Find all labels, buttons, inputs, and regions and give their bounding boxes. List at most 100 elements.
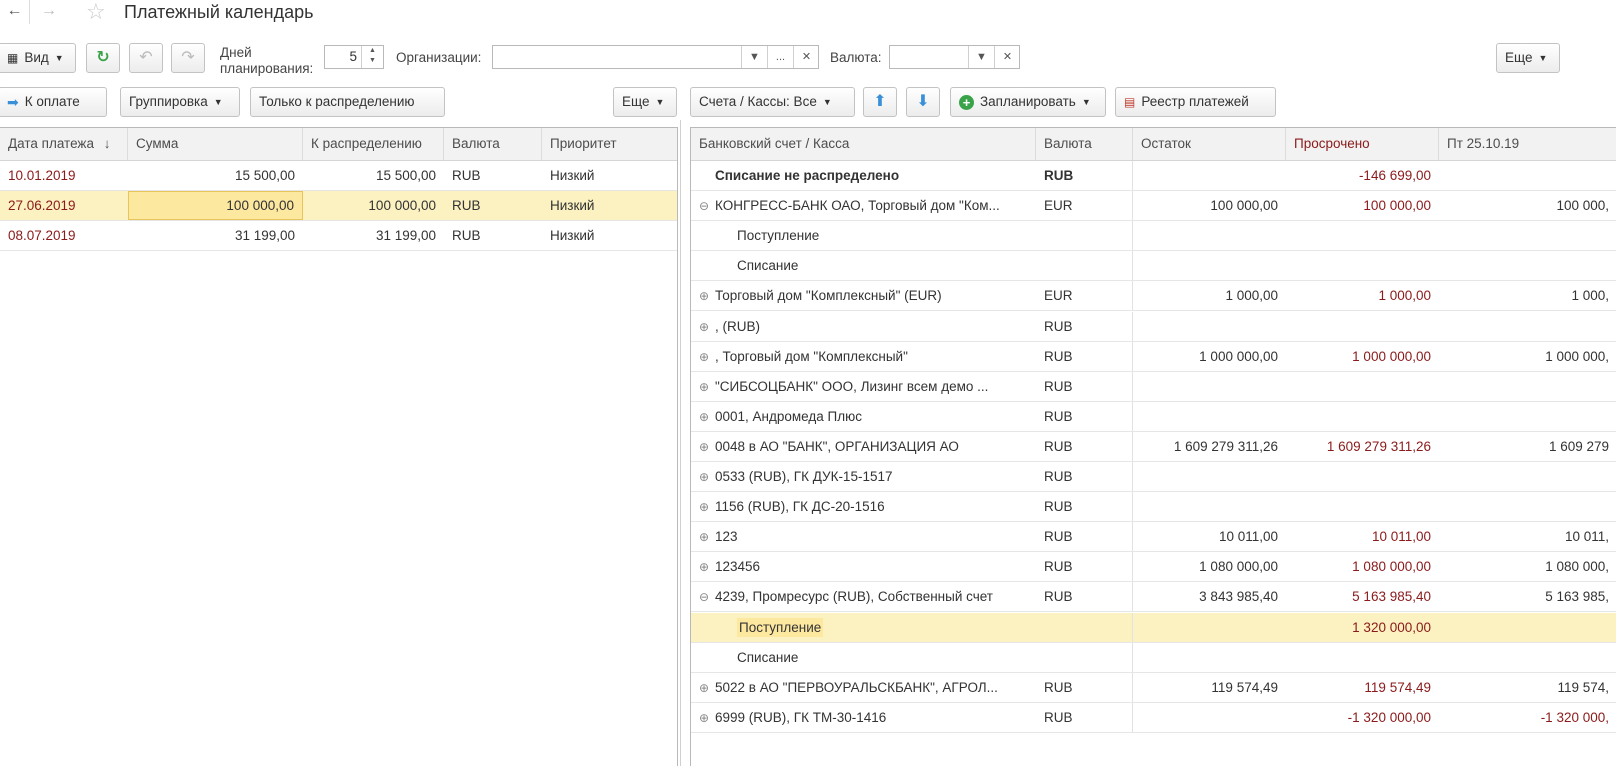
cell-distribute[interactable]: 15 500,00 [303,161,444,190]
cell-account-name[interactable]: ⊕, (RUB) [691,312,1036,341]
refresh-button[interactable]: ↻ [86,43,120,73]
cell-currency[interactable]: RUB [1036,673,1133,702]
expand-icon[interactable]: ⊕ [699,463,715,491]
cell-currency[interactable]: RUB [444,191,542,220]
back-arrow-icon[interactable]: ← [0,0,30,24]
cell-overdue[interactable] [1286,402,1439,431]
col-to-distribute[interactable]: К распределению [303,128,444,160]
days-stepper[interactable]: 5 ▲ ▼ [324,45,384,69]
expand-icon[interactable]: ⊕ [699,313,715,341]
col-balance[interactable]: Остаток [1133,128,1286,160]
currency-field[interactable]: ▼ ✕ [889,45,1020,69]
undo-button[interactable]: ↶ [129,43,163,73]
accounts-filter-button[interactable]: Счета / Кассы: Все ▼ [690,87,855,117]
cell-priority[interactable]: Низкий [542,221,677,250]
cell-day[interactable]: 119 574, [1439,673,1616,702]
cell-day[interactable]: 1 080 000, [1439,552,1616,581]
to-pay-button[interactable]: ➡ К оплате [0,87,107,117]
cell-day[interactable]: 1 000 000, [1439,342,1616,371]
cell-balance[interactable]: 1 609 279 311,26 [1133,432,1286,461]
favorite-star-icon[interactable]: ☆ [86,0,106,24]
cell-sum[interactable]: 31 199,00 [128,221,303,250]
table-row[interactable]: ⊖ 4239, Промресурс (RUB), Собственный сче… [691,582,1616,612]
cell-priority[interactable]: Низкий [542,191,677,220]
cell-overdue[interactable]: 1 000 000,00 [1286,342,1439,371]
cell-sum[interactable]: 15 500,00 [128,161,303,190]
cell-date[interactable]: 27.06.2019 [0,191,128,220]
cell-account-name[interactable]: Списание [691,251,1036,280]
expand-icon[interactable]: ⊕ [699,704,715,732]
cell-day[interactable]: 1 000, [1439,281,1616,310]
plan-button[interactable]: + Запланировать ▼ [950,87,1106,117]
cell-day[interactable]: 10 011, [1439,522,1616,551]
cell-balance[interactable] [1133,402,1286,431]
table-row[interactable]: ⊕ 123 RUB 10 011,00 10 011,00 10 011, [691,522,1616,552]
cell-overdue[interactable] [1286,221,1439,250]
expand-icon[interactable]: ⊕ [699,674,715,702]
cell-distribute[interactable]: 31 199,00 [303,221,444,250]
expand-icon[interactable]: ⊕ [699,373,715,401]
cell-account-name[interactable]: ⊖ 4239, Промресурс (RUB), Собственный сче… [691,582,1036,611]
currency-clear-icon[interactable]: ✕ [994,46,1020,68]
cell-balance[interactable] [1133,312,1286,341]
table-row[interactable]: Списание [691,643,1616,673]
expand-icon[interactable]: ⊕ [699,343,715,371]
cell-currency[interactable]: RUB [1036,522,1133,551]
cell-sum[interactable]: 100 000,00 [128,191,303,220]
cell-overdue[interactable]: -146 699,00 [1286,161,1439,190]
table-row[interactable]: ⊕, Торговый дом "Комплексный" RUB 1 000 00… [691,342,1616,372]
table-row[interactable]: ⊕ 0048 в АО "БАНК", ОРГАНИЗАЦИЯ АО RUB 1 60… [691,432,1616,462]
cell-currency[interactable]: RUB [1036,582,1133,611]
cell-currency[interactable] [1036,251,1133,280]
cell-account-name[interactable]: ⊕ 1156 (RUB), ГК ДС-20-1516 [691,492,1036,521]
table-row[interactable]: ⊕ 5022 в АО "ПЕРВОУРАЛЬСКБАНК", АГРОЛ... R… [691,673,1616,703]
cell-balance[interactable] [1133,492,1286,521]
cell-account-name[interactable]: Списание не распределено [691,161,1036,190]
cell-overdue[interactable]: 5 163 985,40 [1286,582,1439,611]
cell-balance[interactable]: 1 000,00 [1133,281,1286,310]
cell-overdue[interactable]: 1 080 000,00 [1286,552,1439,581]
cell-currency[interactable]: RUB [1036,372,1133,401]
more-button-left[interactable]: Еще ▼ [613,87,677,117]
expand-icon[interactable]: ⊕ [699,282,715,310]
cell-balance[interactable]: 10 011,00 [1133,522,1286,551]
cell-overdue[interactable]: 10 011,00 [1286,522,1439,551]
cell-currency[interactable]: EUR [1036,281,1133,310]
col-payment-date[interactable]: Дата платежа ↓ [0,128,128,160]
table-row[interactable]: Поступление 1 320 000,00 [691,613,1616,643]
expand-icon[interactable]: ⊕ [699,553,715,581]
col-account-currency[interactable]: Валюта [1036,128,1133,160]
cell-balance[interactable] [1133,251,1286,280]
expand-icon[interactable]: ⊕ [699,523,715,551]
view-button[interactable]: ▦ Вид ▼ [0,43,76,73]
cell-account-name[interactable]: Поступление [691,221,1036,250]
cell-account-name[interactable]: ⊕ 0001, Андромеда Плюс [691,402,1036,431]
cell-currency[interactable]: EUR [1036,191,1133,220]
cell-day[interactable] [1439,161,1616,190]
cell-currency[interactable]: RUB [444,221,542,250]
cell-priority[interactable]: Низкий [542,161,677,190]
cell-account-name[interactable]: ⊕, Торговый дом "Комплексный" [691,342,1036,371]
cell-balance[interactable]: 1 000 000,00 [1133,342,1286,371]
panel-splitter[interactable] [680,120,688,766]
cell-account-name[interactable]: Поступление [691,613,1036,642]
cell-currency[interactable] [1036,613,1133,642]
forward-arrow-icon[interactable]: → [34,0,64,24]
table-row[interactable]: Поступление [691,221,1616,251]
cell-account-name[interactable]: ⊕ Торговый дом "Комплексный" (EUR) [691,281,1036,310]
table-row[interactable]: 08.07.2019 31 199,00 31 199,00 RUB Низкий [0,221,677,251]
cell-balance[interactable] [1133,161,1286,190]
cell-day[interactable]: 100 000, [1439,191,1616,220]
col-overdue[interactable]: Просрочено [1286,128,1439,160]
cell-day[interactable] [1439,221,1616,250]
cell-balance[interactable] [1133,221,1286,250]
cell-overdue[interactable] [1286,312,1439,341]
cell-account-name[interactable]: Списание [691,643,1036,672]
cell-day[interactable] [1439,492,1616,521]
more-button-top[interactable]: Еще ▼ [1496,43,1560,73]
cell-overdue[interactable]: 1 000,00 [1286,281,1439,310]
expand-icon[interactable]: ⊕ [699,493,715,521]
cell-balance[interactable]: 119 574,49 [1133,673,1286,702]
currency-dropdown-icon[interactable]: ▼ [968,46,994,68]
cell-account-name[interactable]: ⊕ 0533 (RUB), ГК ДУК-15-1517 [691,462,1036,491]
